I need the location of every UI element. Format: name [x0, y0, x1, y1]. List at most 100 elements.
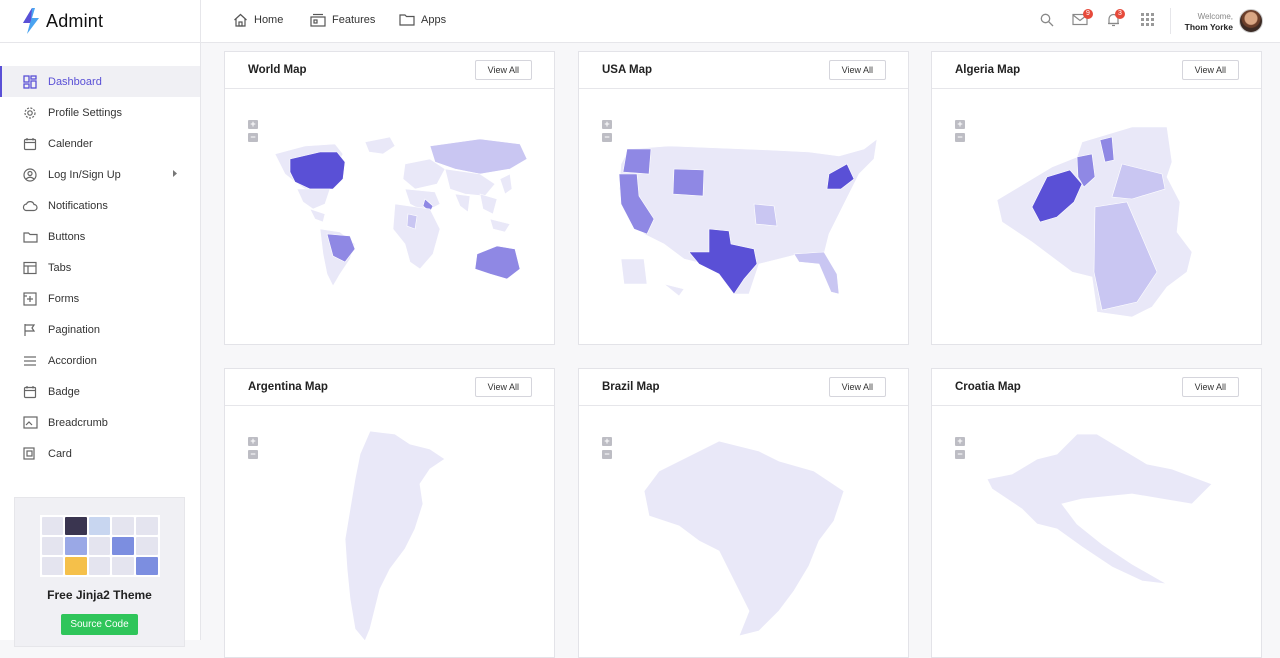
argentina-map-card: Argentina Map View All + − [224, 368, 555, 658]
theme-preview-image [39, 515, 160, 577]
source-code-button[interactable]: Source Code [61, 614, 138, 635]
promo-card: Free Jinja2 Theme Source Code [14, 497, 185, 647]
world-map-card: World Map View All + − [224, 51, 555, 345]
user-circle-icon [22, 167, 38, 183]
nav-home[interactable]: Home [233, 13, 283, 27]
card-header: World Map View All [225, 52, 554, 89]
grid-icon [1141, 13, 1154, 26]
nav-features[interactable]: Features [310, 13, 375, 27]
features-icon [310, 13, 326, 27]
brazil-map-card: Brazil Map View All + − [578, 368, 909, 658]
algeria-map[interactable] [992, 122, 1202, 322]
calendar-icon [22, 384, 38, 400]
sidebar-item-buttons[interactable]: Buttons [0, 221, 200, 252]
copy-icon [22, 446, 38, 462]
gear-icon [22, 105, 38, 121]
brand[interactable]: Admint [0, 0, 200, 43]
sidebar: Admint Dashboard Profile Settings Calend… [0, 0, 201, 647]
zoom-out-button[interactable]: − [955, 133, 965, 142]
usa-map-card: USA Map View All + − [578, 51, 909, 345]
zoom-in-button[interactable]: + [248, 437, 258, 446]
zoom-in-button[interactable]: + [955, 120, 965, 129]
sidebar-item-label: Profile Settings [48, 106, 122, 119]
argentina-map[interactable] [335, 429, 450, 641]
sidebar-item-calender[interactable]: Calender [0, 128, 200, 159]
sidebar-item-label: Pagination [48, 323, 100, 336]
card-title: World Map [248, 64, 307, 76]
brand-name: Admint [46, 10, 104, 31]
avatar[interactable] [1239, 9, 1263, 33]
sidebar-item-label: Dashboard [48, 75, 102, 88]
form-icon [22, 291, 38, 307]
sidebar-item-badge[interactable]: Badge [0, 376, 200, 407]
zoom-in-button[interactable]: + [602, 120, 612, 129]
sidebar-item-label: Notifications [48, 199, 108, 212]
cloud-icon [22, 198, 38, 214]
sidebar-item-card[interactable]: Card [0, 438, 200, 469]
mail-badge: 9 [1083, 9, 1093, 19]
folder-icon [22, 229, 38, 245]
flag-icon [22, 322, 38, 338]
sidebar-item-label: Forms [48, 292, 80, 305]
zoom-out-button[interactable]: − [602, 450, 612, 459]
dashboard-icon [22, 74, 38, 90]
sidebar-item-login-signup[interactable]: Log In/Sign Up [0, 159, 200, 190]
zoom-out-button[interactable]: − [955, 450, 965, 459]
notifications-button[interactable]: 3 [1107, 9, 1125, 32]
view-all-button[interactable]: View All [1181, 60, 1239, 80]
search-button[interactable] [1040, 13, 1054, 32]
algeria-map-card: Algeria Map View All + − [931, 51, 1262, 345]
nav-apps[interactable]: Apps [399, 13, 446, 26]
zoom-in-button[interactable]: + [955, 437, 965, 446]
card-header: Algeria Map View All [932, 52, 1261, 89]
view-all-button[interactable]: View All [1181, 377, 1239, 397]
sidebar-item-forms[interactable]: Forms [0, 283, 200, 314]
sidebar-item-notifications[interactable]: Notifications [0, 190, 200, 221]
sidebar-item-label: Accordion [48, 354, 97, 367]
view-all-button[interactable]: View All [474, 377, 532, 397]
promo-title: Free Jinja2 Theme [47, 588, 152, 602]
sidebar-item-label: Log In/Sign Up [48, 168, 121, 181]
lightning-logo-icon [23, 8, 39, 34]
usa-map[interactable] [609, 134, 884, 304]
image-icon [22, 415, 38, 431]
sidebar-item-label: Buttons [48, 230, 86, 243]
zoom-in-button[interactable]: + [602, 437, 612, 446]
sidebar-menu: Dashboard Profile Settings Calender Log … [0, 43, 200, 469]
croatia-map-card: Croatia Map View All + − [931, 368, 1262, 658]
sidebar-item-breadcrumb[interactable]: Breadcrumb [0, 407, 200, 438]
layout-icon [22, 260, 38, 276]
world-map[interactable] [265, 134, 535, 299]
mail-button[interactable]: 9 [1072, 9, 1093, 31]
apps-grid-button[interactable] [1141, 13, 1154, 31]
sidebar-item-profile-settings[interactable]: Profile Settings [0, 97, 200, 128]
folder-icon [399, 14, 415, 26]
sidebar-item-label: Tabs [48, 261, 72, 274]
sidebar-item-label: Calender [48, 137, 93, 150]
card-title: Brazil Map [602, 381, 660, 393]
croatia-map[interactable] [982, 429, 1217, 589]
nav-features-label: Features [332, 14, 376, 26]
card-title: Argentina Map [248, 381, 328, 393]
nav-apps-label: Apps [421, 13, 447, 26]
zoom-in-button[interactable]: + [248, 120, 258, 129]
user-greeting[interactable]: Welcome, Thom Yorke [1185, 12, 1233, 32]
sidebar-item-tabs[interactable]: Tabs [0, 252, 200, 283]
zoom-out-button[interactable]: − [248, 133, 258, 142]
card-header: USA Map View All [579, 52, 908, 89]
card-title: Croatia Map [955, 381, 1021, 393]
zoom-out-button[interactable]: − [248, 450, 258, 459]
home-icon [234, 13, 247, 27]
sidebar-item-dashboard[interactable]: Dashboard [0, 66, 200, 97]
sidebar-item-label: Badge [48, 385, 80, 398]
topbar: Home Features Apps 9 3 Welcome, Thom Yor… [201, 0, 1280, 43]
calendar-icon [22, 136, 38, 152]
view-all-button[interactable]: View All [474, 60, 532, 80]
brazil-map[interactable] [639, 431, 849, 641]
view-all-button[interactable]: View All [828, 377, 886, 397]
chevron-right-icon [173, 170, 177, 177]
sidebar-item-pagination[interactable]: Pagination [0, 314, 200, 345]
topbar-divider [1170, 8, 1171, 34]
sidebar-item-accordion[interactable]: Accordion [0, 345, 200, 376]
view-all-button[interactable]: View All [828, 60, 886, 80]
